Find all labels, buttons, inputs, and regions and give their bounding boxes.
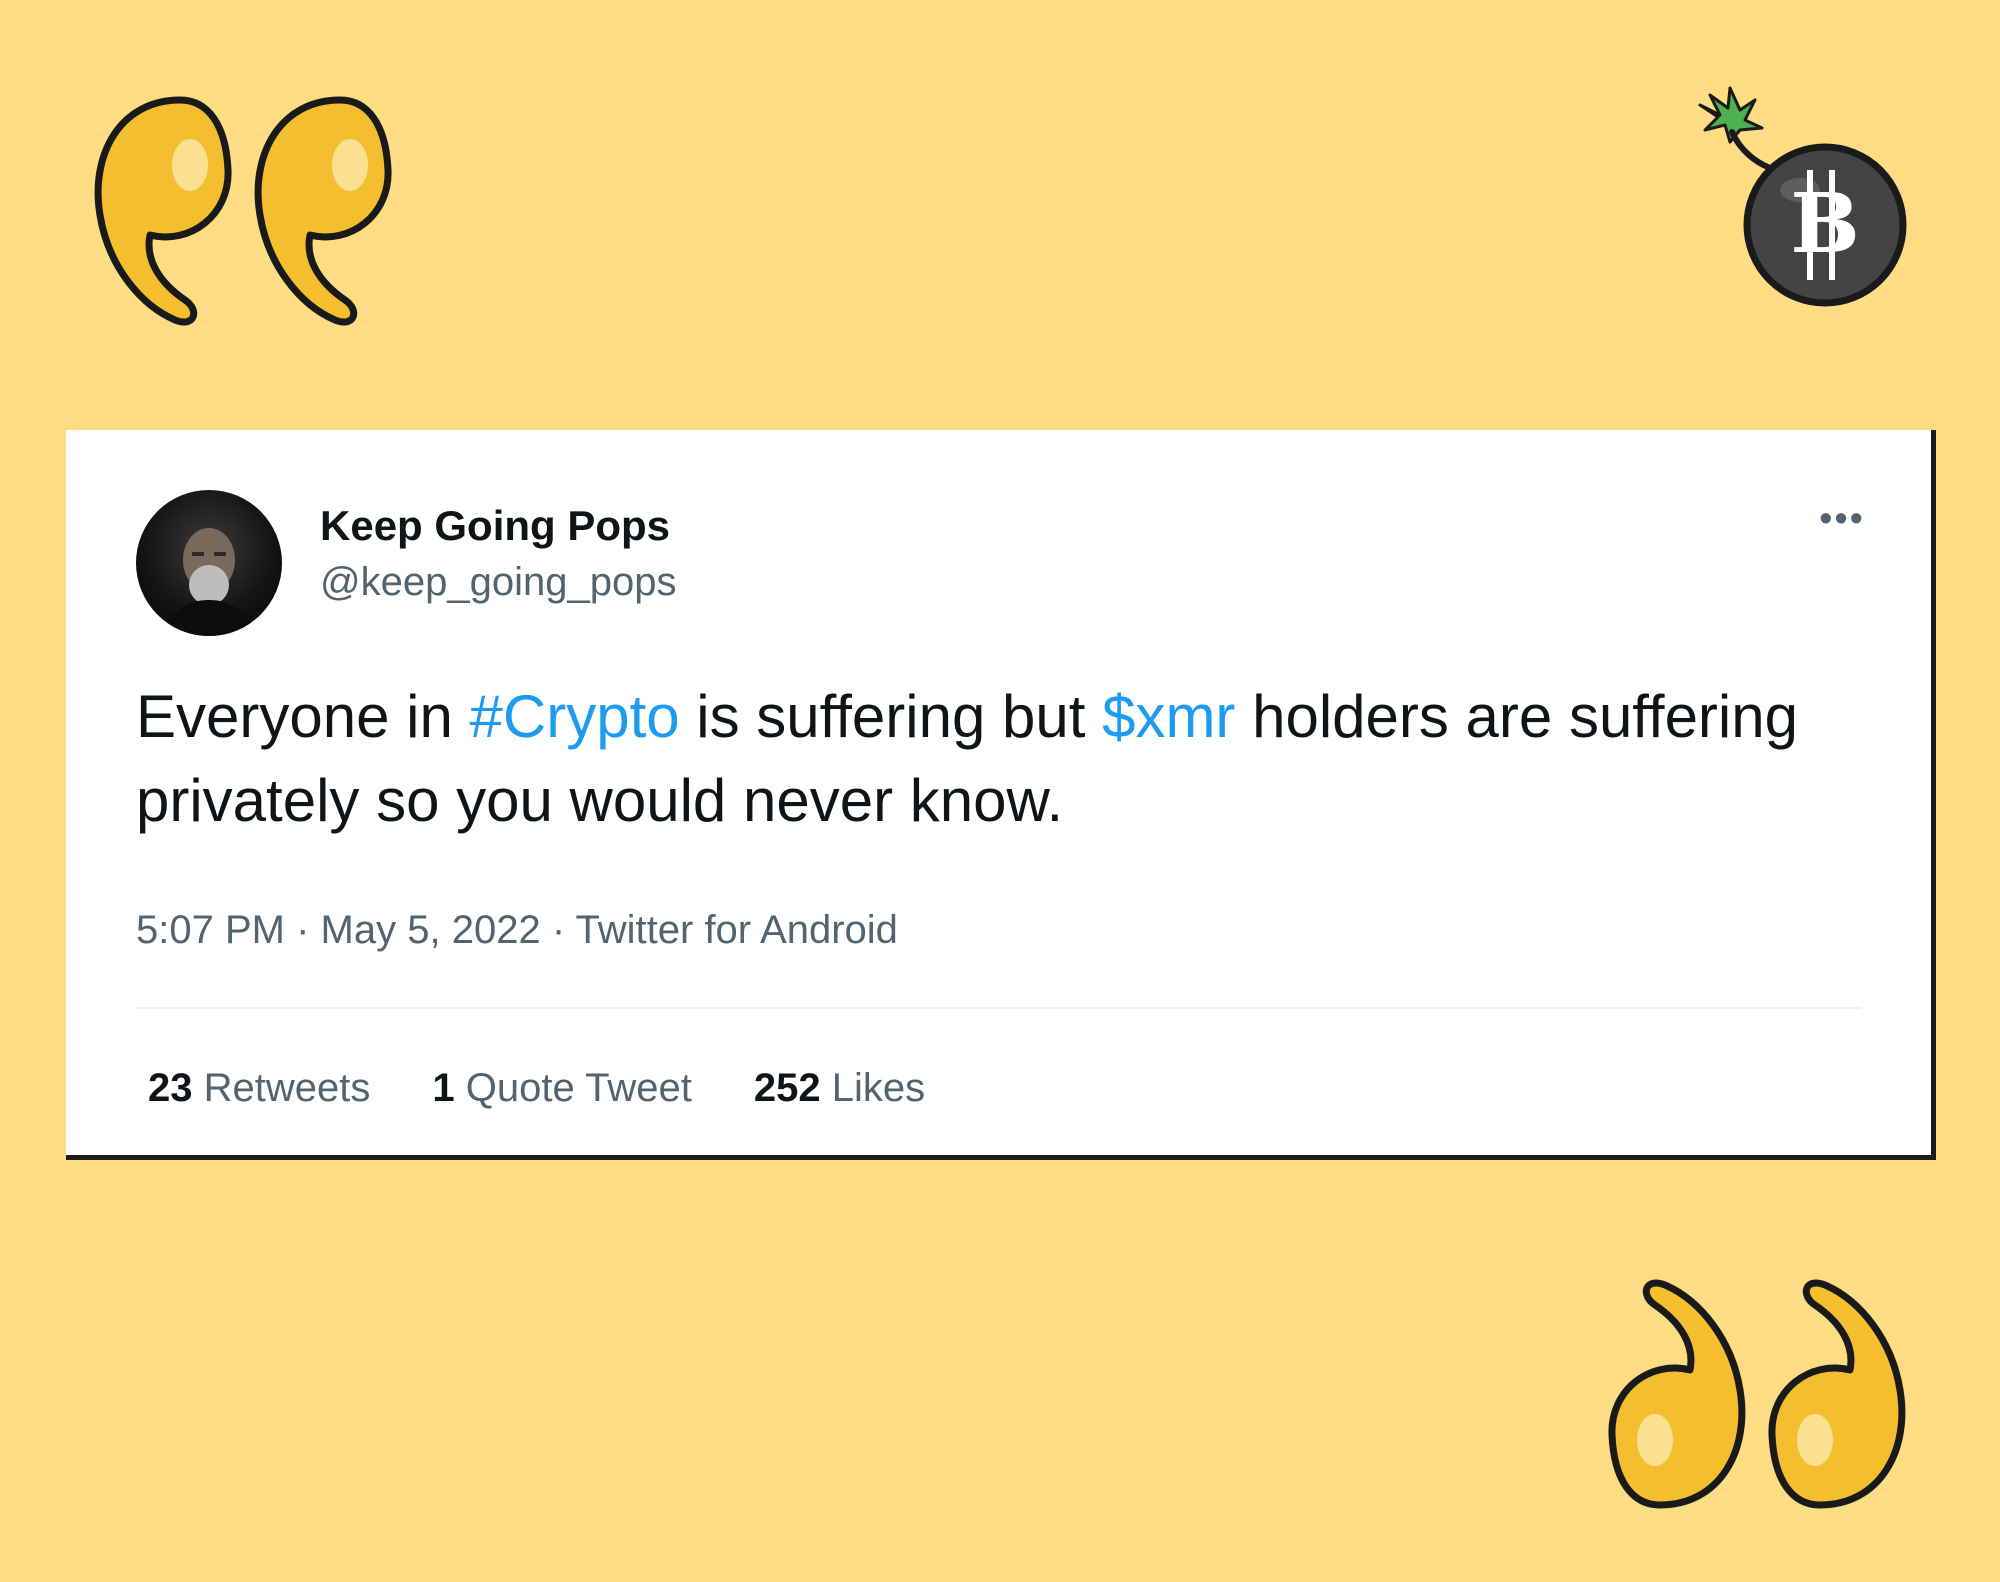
tweet-text-segment: is suffering but (679, 683, 1103, 750)
tweet-text: Everyone in #Crypto is suffering but $xm… (136, 675, 1876, 843)
open-quote-icon (94, 96, 392, 326)
tweet-card: Keep Going Pops @keep_going_pops ••• Eve… (66, 430, 1936, 1160)
more-options-icon[interactable]: ••• (1819, 500, 1865, 538)
likes-label: Likes (831, 1066, 926, 1110)
retweets-label: Retweets (203, 1066, 371, 1110)
display-name[interactable]: Keep Going Pops (320, 502, 670, 550)
hashtag-link[interactable]: #Crypto (470, 683, 680, 750)
quote-tweets-count: 1 (432, 1066, 455, 1110)
likes-stat[interactable]: 252 Likes (754, 1066, 925, 1111)
close-quote-icon (1608, 1279, 1906, 1509)
user-handle[interactable]: @keep_going_pops (320, 560, 676, 605)
tweet-time[interactable]: 5:07 PM (136, 908, 285, 952)
divider (136, 1007, 1861, 1009)
quote-tweets-stat[interactable]: 1 Quote Tweet (432, 1066, 691, 1111)
meta-separator: · (551, 908, 566, 952)
tweet-text-segment: Everyone in (136, 683, 470, 750)
bitcoin-bomb-icon: B (1698, 86, 1907, 307)
tweet-stats: 23 Retweets 1 Quote Tweet 252 Likes (148, 1066, 925, 1111)
tweet-source[interactable]: Twitter for Android (576, 908, 898, 952)
tweet-meta: 5:07 PM · May 5, 2022 · Twitter for Andr… (136, 908, 898, 953)
tweet-date[interactable]: May 5, 2022 (321, 908, 541, 952)
meta-separator: · (296, 908, 310, 952)
cashtag-link[interactable]: $xmr (1102, 683, 1235, 750)
bitcoin-symbol: B (1790, 176, 1859, 272)
retweets-stat[interactable]: 23 Retweets (148, 1066, 370, 1111)
avatar[interactable] (136, 490, 282, 636)
quote-tweets-label: Quote Tweet (465, 1066, 692, 1110)
avatar-portrait-icon (166, 528, 252, 636)
likes-count: 252 (753, 1066, 821, 1110)
retweets-count: 23 (148, 1066, 193, 1110)
